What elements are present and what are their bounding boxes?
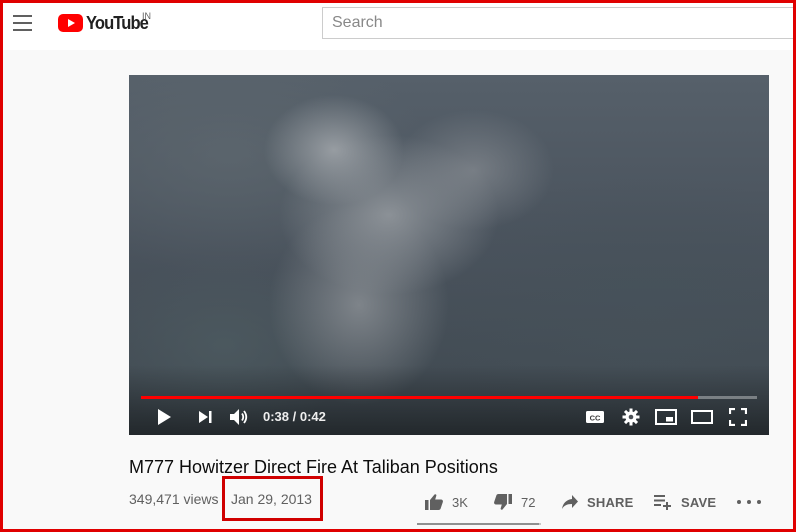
thumbs-down-icon xyxy=(493,493,513,511)
playlist-add-icon xyxy=(653,494,673,510)
logo-text: YouTube xyxy=(86,12,149,33)
volume-icon xyxy=(230,409,248,425)
play-icon xyxy=(158,409,171,425)
search-input[interactable] xyxy=(323,8,796,38)
more-dot-icon xyxy=(757,500,761,504)
svg-text:CC: CC xyxy=(590,414,601,423)
youtube-logo[interactable]: YouTube IN xyxy=(58,11,153,34)
progress-played xyxy=(141,396,699,399)
gear-icon xyxy=(622,408,640,426)
settings-button[interactable] xyxy=(620,406,642,428)
volume-button[interactable] xyxy=(228,406,250,428)
play-button[interactable] xyxy=(153,406,175,428)
country-code: IN xyxy=(142,11,151,21)
youtube-play-icon xyxy=(58,14,83,32)
miniplayer-icon xyxy=(655,409,677,425)
subtitles-button[interactable]: CC xyxy=(584,406,606,428)
more-dot-icon xyxy=(737,500,741,504)
save-label: SAVE xyxy=(681,494,717,510)
sentiment-bar xyxy=(417,523,541,525)
fullscreen-icon xyxy=(729,408,747,426)
date-highlight-box xyxy=(222,476,323,521)
share-label: SHARE xyxy=(587,494,634,510)
theater-mode-button[interactable] xyxy=(691,406,713,428)
view-count: 349,471 views xyxy=(129,491,219,507)
more-actions-button[interactable] xyxy=(737,495,761,509)
miniplayer-button[interactable] xyxy=(655,406,677,428)
like-button[interactable]: 3K xyxy=(424,490,468,514)
search-box[interactable] xyxy=(322,7,796,39)
closed-captions-icon: CC xyxy=(586,411,604,423)
save-button[interactable]: SAVE xyxy=(653,490,716,514)
time-display: 0:38 / 0:42 xyxy=(263,409,326,424)
dislike-count: 72 xyxy=(521,494,536,510)
fullscreen-button[interactable] xyxy=(727,406,749,428)
sentiment-like-portion xyxy=(417,523,539,525)
share-button[interactable]: SHARE xyxy=(561,490,634,514)
next-button[interactable] xyxy=(194,406,216,428)
masthead: YouTube IN xyxy=(0,0,796,50)
thumbs-up-icon xyxy=(424,493,444,511)
menu-icon[interactable] xyxy=(13,15,33,31)
like-count: 3K xyxy=(452,494,468,510)
theater-mode-icon xyxy=(691,410,713,424)
skip-next-icon xyxy=(199,411,212,423)
video-title: M777 Howitzer Direct Fire At Taliban Pos… xyxy=(129,457,498,477)
more-dot-icon xyxy=(747,500,751,504)
video-player[interactable]: 0:38 / 0:42 CC xyxy=(129,75,769,435)
dislike-button[interactable]: 72 xyxy=(493,490,535,514)
share-icon xyxy=(561,494,579,510)
progress-bar[interactable] xyxy=(141,396,757,399)
